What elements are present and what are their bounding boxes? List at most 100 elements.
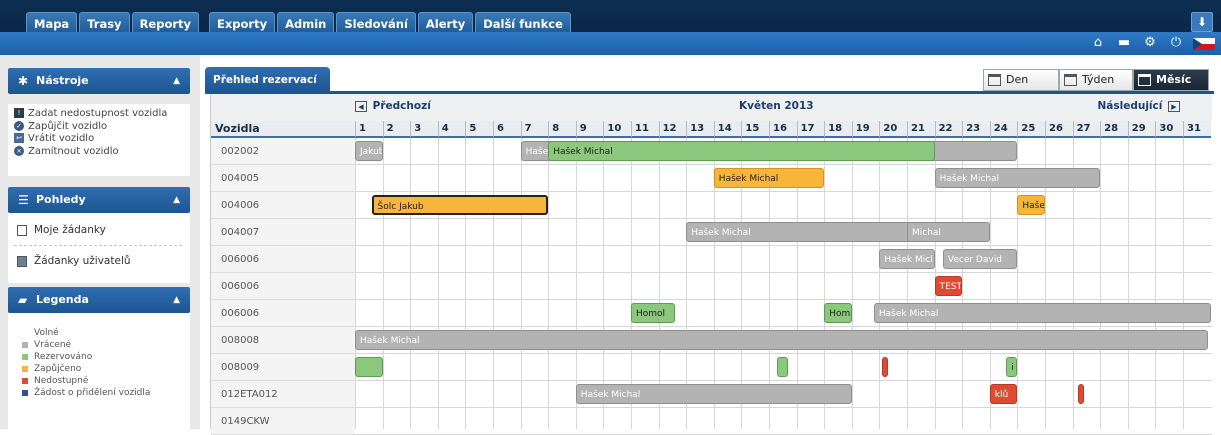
booking-bar[interactable]	[882, 357, 889, 377]
booking-bar[interactable]: Šolc Jakub	[371, 195, 549, 215]
day-gridline	[851, 138, 853, 429]
day-header-cell: 19	[851, 121, 880, 138]
day-header-cell: 31	[1183, 121, 1211, 138]
vehicle-label[interactable]: 004006	[211, 192, 355, 219]
arrow-left-icon: ◀	[355, 100, 367, 112]
vehicle-label[interactable]: 008008	[211, 327, 355, 354]
settings-icon[interactable]: ⚙	[1141, 35, 1159, 50]
legend-label: Vrácené	[34, 340, 72, 350]
day-header-cell: 29	[1127, 121, 1156, 138]
booking-bar[interactable]: Jakub	[355, 141, 383, 161]
nav-item[interactable]: Exporty	[209, 12, 276, 34]
booking-bar[interactable]: Hašek Michal	[355, 330, 1208, 350]
legend-swatch	[22, 354, 28, 360]
home-icon[interactable]: ⌂	[1089, 35, 1107, 50]
day-gridline	[410, 138, 412, 429]
booking-bar[interactable]: Homol	[631, 303, 676, 323]
booking-bar[interactable]: klů	[989, 384, 1018, 404]
nav-item[interactable]: Admin	[277, 12, 335, 34]
booking-bar[interactable]: i	[1006, 357, 1018, 377]
day-gridline	[1155, 138, 1157, 429]
vehicle-label[interactable]: 004005	[211, 165, 355, 192]
language-flag-icon[interactable]	[1193, 38, 1215, 50]
legend-item: Nedostupné	[22, 375, 190, 387]
day-gridline	[355, 138, 356, 429]
booking-bar[interactable]: Haše	[1017, 195, 1045, 215]
tool-lend-vehicle[interactable]: ✓ Zapůjčit vozidlo	[12, 120, 190, 134]
view-my-requests[interactable]: Moje žádanky	[14, 223, 190, 237]
day-header-cell: 10	[603, 121, 631, 138]
booking-bar[interactable]: Hašek Michal	[934, 168, 1101, 188]
views-panel-header[interactable]: ☰ Pohledy ▲	[8, 187, 190, 213]
booking-bar[interactable]: Michal	[907, 222, 990, 242]
next-month-link[interactable]: Následující ▶	[1097, 100, 1182, 112]
legend-panel-header[interactable]: ▰ Legenda ▲	[8, 287, 190, 313]
vehicle-label[interactable]: 006006	[211, 300, 355, 327]
documents-icon	[17, 256, 27, 267]
nav-item[interactable]: Sledování	[336, 12, 416, 34]
calendar-navigation: ◀ Předchozí Květen 2013 Následující ▶	[211, 94, 1212, 121]
day-gridline	[548, 138, 550, 429]
reservation-calendar: ◀ Předchozí Květen 2013 Následující ▶ Vo…	[210, 94, 1212, 435]
day-header-cell: 3	[410, 121, 438, 138]
nav-item[interactable]: Mapa	[26, 12, 78, 34]
tab-reservations[interactable]: Přehled rezervací	[205, 67, 330, 93]
tool-set-unavailable[interactable]: ! Zadat nedostupnost vozidla	[12, 108, 190, 121]
legend-swatch	[22, 378, 28, 384]
day-header-cell: 15	[741, 121, 769, 138]
day-header-cell: 16	[769, 121, 797, 138]
tool-return-vehicle[interactable]: ↩ Vrátit vozidlo	[12, 133, 190, 146]
row-gridline	[355, 353, 1212, 354]
vehicle-label[interactable]: 0149CKW	[211, 408, 355, 435]
tool-reject-vehicle[interactable]: × Zamítnout vozidlo	[12, 145, 190, 159]
nav-item[interactable]: Reporty	[131, 12, 200, 34]
booking-bar[interactable]: Hašek Michal	[575, 384, 852, 404]
booking-bar[interactable]	[355, 357, 383, 377]
view-week-button[interactable]: Týden	[1059, 69, 1133, 91]
nav-item[interactable]: Trasy	[79, 12, 130, 34]
nav-item[interactable]: Alerty	[417, 12, 474, 34]
booking-bar[interactable]: Hašek Micl	[879, 249, 935, 269]
day-gridline	[1183, 138, 1184, 429]
tools-panel-header[interactable]: ✱ Nástroje ▲	[8, 68, 190, 94]
legend-swatch	[22, 390, 28, 396]
vehicle-label[interactable]: 004007	[211, 219, 355, 246]
document-icon	[17, 225, 27, 236]
folder-icon[interactable]: ▬	[1115, 35, 1133, 50]
vehicle-label[interactable]: 002002	[211, 138, 355, 165]
view-switcher: Den Týden Měsíc	[983, 69, 1209, 91]
booking-bar[interactable]	[1078, 384, 1085, 404]
calendar-icon	[988, 74, 1001, 86]
view-user-requests[interactable]: Žádanky uživatelů	[14, 254, 190, 268]
legend-label: Zapůjčeno	[34, 364, 82, 374]
booking-bar[interactable]: Vecer David	[942, 249, 1018, 269]
vehicle-label[interactable]: 006006	[211, 273, 355, 300]
vehicle-label[interactable]: 008009	[211, 354, 355, 381]
views-panel: Moje žádanky Žádanky uživatelů	[8, 213, 190, 283]
view-month-button[interactable]: Měsíc	[1133, 69, 1209, 91]
nav-item[interactable]: Další funkce	[475, 12, 571, 34]
vehicle-label[interactable]: 012ETA012	[211, 381, 355, 408]
day-gridline	[493, 138, 494, 429]
legend-item: Rezervováno	[22, 351, 190, 363]
booking-bar[interactable]: TEST	[934, 276, 963, 296]
booking-bar[interactable]: Hašek Michal	[713, 168, 825, 188]
vehicle-label[interactable]: 006006	[211, 246, 355, 273]
day-header-cell: 7	[520, 121, 549, 138]
power-icon[interactable]: ⏻	[1167, 35, 1185, 50]
booking-bar[interactable]	[777, 357, 789, 377]
collapse-icon: ▲	[173, 195, 180, 205]
day-header-cell: 30	[1155, 121, 1183, 138]
day-header-cell: 4	[437, 121, 466, 138]
legend-panel: Volné Vrácené Rezervováno Zapůjčeno Nedostup…	[8, 313, 190, 429]
day-header-cell: 5	[465, 121, 493, 138]
row-gridline	[355, 245, 1212, 246]
booking-bar[interactable]: Hašek Michal	[873, 303, 1211, 323]
download-icon[interactable]: ⬇	[1191, 12, 1213, 32]
day-header-cell: 22	[934, 121, 963, 138]
return-icon: ↩	[14, 133, 24, 143]
previous-month-link[interactable]: ◀ Předchozí	[353, 100, 431, 112]
booking-bar[interactable]: Hom	[824, 303, 852, 323]
booking-bar[interactable]: Hašek Michal	[548, 141, 935, 161]
view-day-button[interactable]: Den	[983, 69, 1059, 91]
